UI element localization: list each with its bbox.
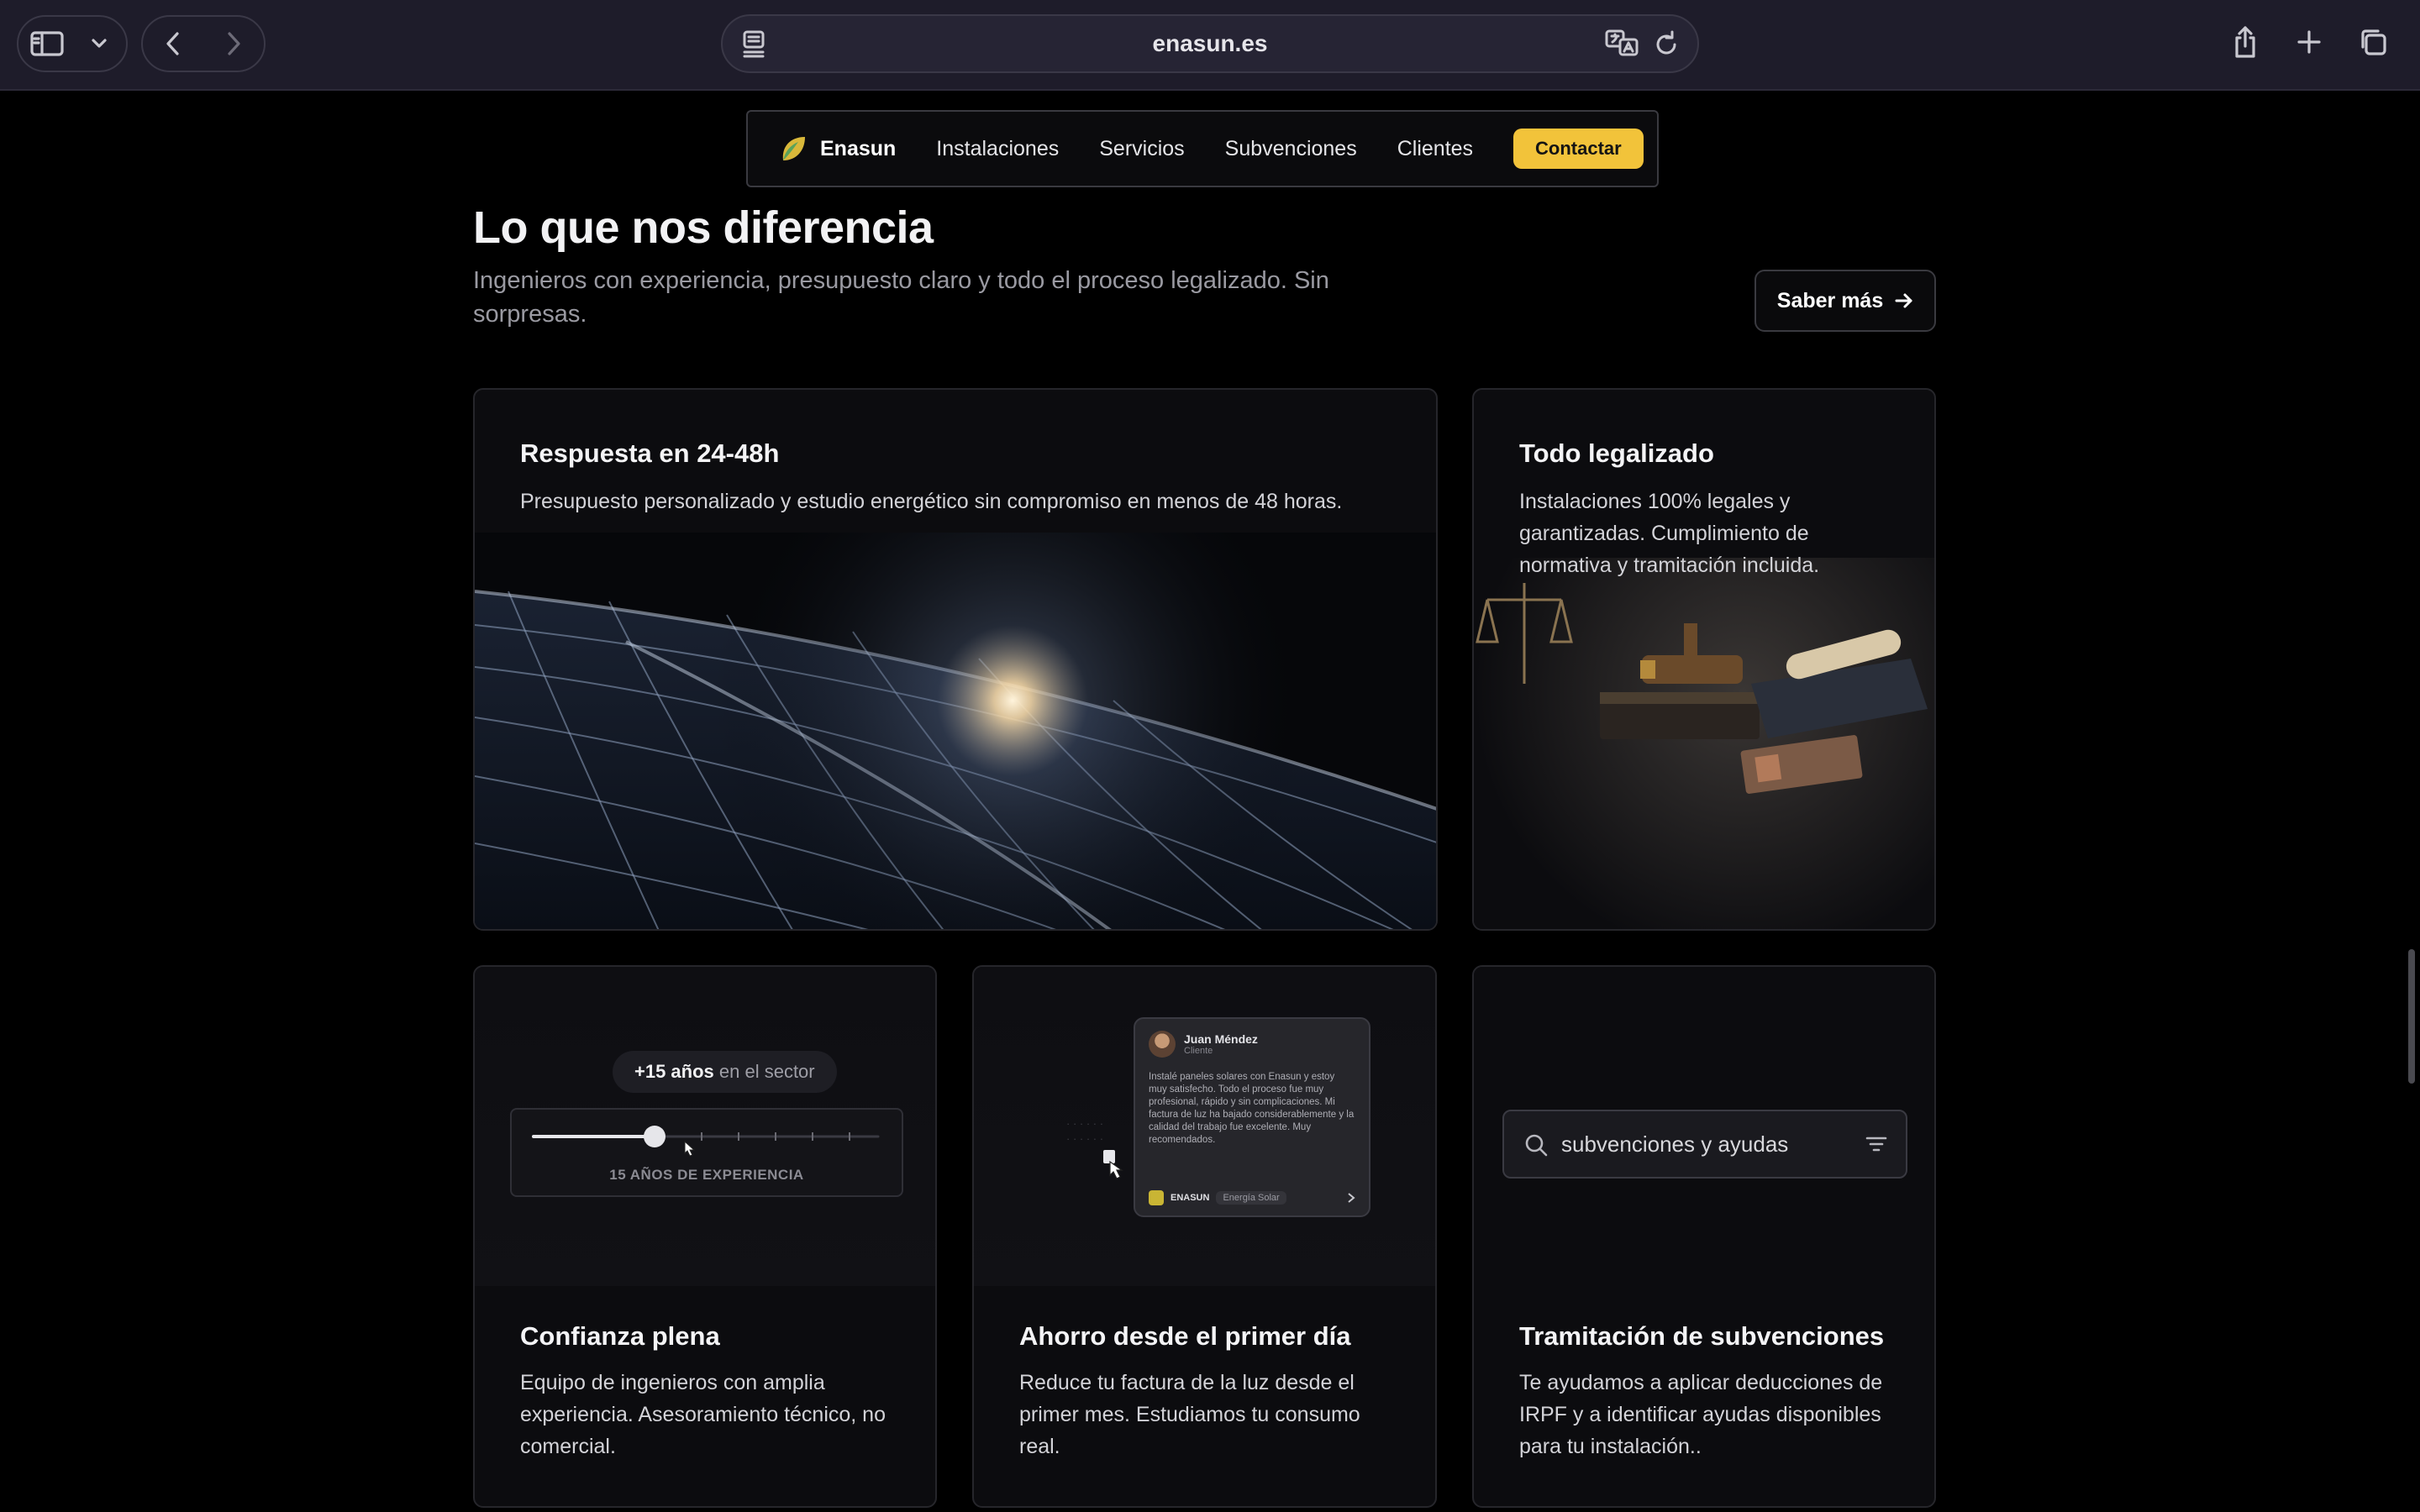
tab-overview-button[interactable]: [2343, 15, 2403, 69]
solar-panel-image: [475, 533, 1436, 929]
card-text: Equipo de ingenieros con amplia experien…: [520, 1371, 886, 1458]
ghost-text-decoration: · · · · · · · · · · · ·: [1066, 1117, 1104, 1145]
enasun-logo-icon: [1149, 1190, 1164, 1205]
experience-slider[interactable]: [512, 1110, 905, 1160]
forward-button[interactable]: [203, 17, 264, 71]
nav-link-instalaciones[interactable]: Instalaciones: [936, 137, 1059, 161]
url-text: enasun.es: [1152, 30, 1268, 56]
back-button[interactable]: [143, 17, 203, 71]
share-button[interactable]: [2215, 15, 2275, 69]
search-value: subvenciones y ayudas: [1561, 1131, 1789, 1157]
learn-more-label: Saber más: [1776, 288, 1884, 312]
testimonial-role: Cliente: [1184, 1046, 1213, 1056]
translate-button[interactable]: [1605, 28, 1640, 64]
chevron-down-icon: [92, 39, 107, 48]
testimonial-body: Instalé paneles solares con Enasun y est…: [1149, 1072, 1355, 1145]
brand[interactable]: Enasun: [778, 134, 896, 164]
history-nav-group: [141, 15, 266, 72]
chevron-right-icon: [228, 32, 240, 55]
pointer-cursor-icon: [1103, 1150, 1123, 1179]
card-title: Tramitación de subvenciones: [1519, 1321, 1885, 1351]
card-title: Ahorro desde el primer día: [1019, 1321, 1351, 1351]
browser-toolbar: enasun.es: [0, 0, 2420, 91]
sidebar-icon: [30, 31, 64, 56]
new-tab-button[interactable]: [2279, 15, 2339, 69]
card-text: Reduce tu factura de la luz desde el pri…: [1019, 1371, 1360, 1458]
tab-group-dropdown-button[interactable]: [76, 17, 123, 71]
leaf-logo-icon: [782, 137, 805, 160]
nav-link-clientes[interactable]: Clientes: [1397, 137, 1473, 161]
card-text: Presupuesto personalizado y estudio ener…: [520, 490, 1343, 513]
avatar: [1149, 1031, 1176, 1058]
card-text: Te ayudamos a aplicar deducciones de IRP…: [1519, 1371, 1883, 1458]
experience-pill: +15 años en el sector: [613, 1051, 837, 1093]
web-page: Enasun Instalaciones Servicios Subvencio…: [0, 91, 2420, 1512]
feature-card-trust: +15 años en el sector 15 AÑOS DE EXPERIE…: [473, 965, 937, 1508]
sidebar-toggle-group: [17, 15, 128, 72]
arrow-right-icon: [1895, 293, 1912, 308]
search-widget: subvenciones y ayudas: [1474, 967, 1934, 1286]
subsidy-search-input[interactable]: subvenciones y ayudas: [1502, 1110, 1907, 1179]
brand-name: Enasun: [820, 136, 897, 160]
card-title: Todo legalizado: [1519, 438, 1714, 468]
search-icon: [1524, 1133, 1548, 1157]
feature-card-legal: Todo legalizado Instalaciones 100% legal…: [1472, 388, 1936, 931]
site-navbar: Enasun Instalaciones Servicios Subvencio…: [746, 110, 1659, 187]
address-bar[interactable]: enasun.es: [721, 14, 1699, 73]
share-icon: [2235, 26, 2255, 58]
chevron-right-icon[interactable]: [1347, 1192, 1355, 1204]
learn-more-button[interactable]: Saber más: [1754, 270, 1936, 332]
testimonial-tag: Energía Solar: [1216, 1191, 1286, 1205]
experience-widget: +15 años en el sector 15 AÑOS DE EXPERIE…: [475, 967, 935, 1286]
section-title: Lo que nos diferencia: [473, 202, 934, 253]
nav-link-servicios[interactable]: Servicios: [1099, 137, 1184, 161]
page-scrollbar-thumb[interactable]: [2408, 949, 2415, 1084]
section-subtitle: Ingenieros con experiencia, presupuesto …: [473, 267, 1329, 328]
testimonial-brand: ENASUN: [1171, 1193, 1210, 1203]
contact-button[interactable]: Contactar: [1513, 129, 1644, 169]
testimonial-name: Juan Méndez: [1184, 1032, 1258, 1046]
experience-slider-box: 15 AÑOS DE EXPERIENCIA: [510, 1108, 903, 1197]
legal-gavel-image: [1474, 558, 1934, 929]
reload-button[interactable]: [1652, 28, 1681, 64]
tabs-icon: [2361, 29, 2386, 55]
testimonial-card: Juan Méndez Cliente Instalé paneles sola…: [1134, 1017, 1370, 1217]
card-text: Instalaciones 100% legales y garantizada…: [1519, 490, 1820, 577]
experience-caption: 15 AÑOS DE EXPERIENCIA: [609, 1167, 804, 1183]
card-title: Respuesta en 24-48h: [520, 438, 780, 468]
reload-icon: [1656, 30, 1676, 55]
feature-card-response: Respuesta en 24-48h Presupuesto personal…: [473, 388, 1438, 931]
sidebar-toggle-button[interactable]: [18, 17, 76, 71]
chevron-left-icon: [166, 32, 179, 55]
plus-icon: [2297, 30, 2321, 54]
testimonial-widget: · · · · · · · · · · · · Juan Méndez Clien…: [974, 967, 1435, 1286]
filter-icon[interactable]: [1865, 1135, 1887, 1153]
feature-card-savings: · · · · · · · · · · · · Juan Méndez Clien…: [972, 965, 1437, 1508]
feature-card-subsidies: subvenciones y ayudas Tramitación de sub…: [1472, 965, 1936, 1508]
nav-link-subvenciones[interactable]: Subvenciones: [1225, 137, 1357, 161]
card-title: Confianza plena: [520, 1321, 720, 1351]
translate-icon: [1605, 29, 1639, 56]
